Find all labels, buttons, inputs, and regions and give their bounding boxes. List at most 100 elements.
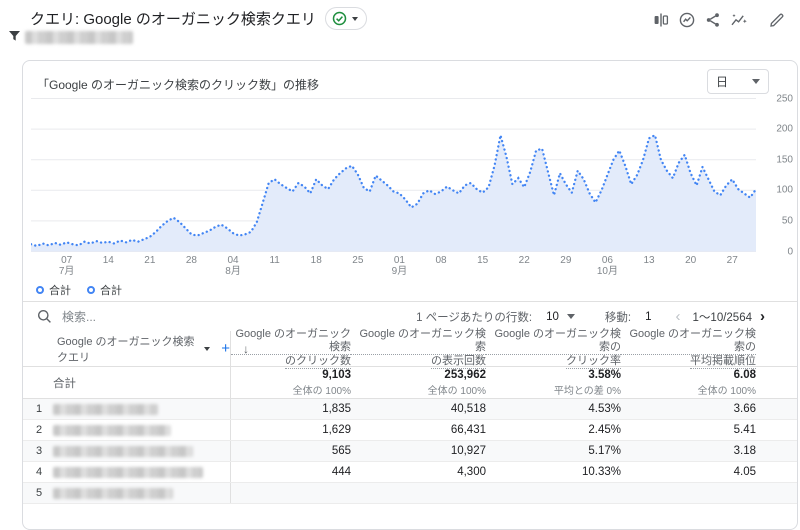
check-circle-icon [332, 11, 347, 26]
x-tick-label: 22 [518, 255, 530, 266]
chevron-down-icon[interactable] [204, 346, 211, 351]
query-table: Google のオーガニック検索クエリ + ↓ Google のオーガニック検索の… [23, 328, 797, 504]
metric-header-label: Google のオーガニック検索の クリック率 [486, 328, 621, 369]
y-tick-label: 0 [787, 246, 793, 257]
data-quality-badge[interactable] [324, 7, 367, 30]
interval-select[interactable]: 日 [707, 69, 769, 94]
table-controls-row: 1 ページあたりの行数: 10 移動: 1 ‹ 1～10/2564 › [23, 301, 797, 331]
y-tick-label: 200 [776, 123, 793, 135]
legend-label: 合計 [49, 285, 71, 297]
totals-value: 3.58% [588, 368, 621, 381]
x-tick-label: 07 7月 [58, 255, 75, 277]
totals-cell: 3.58% 平均との差 0% [486, 367, 621, 398]
row-number: 2 [35, 424, 43, 436]
x-tick-label: 15 [477, 255, 489, 266]
pagination: 1 ページあたりの行数: 10 移動: 1 ‹ 1～10/2564 › [416, 309, 797, 325]
metric-header[interactable]: Google のオーガニック検索 の表示回数 [351, 328, 486, 369]
table-body: 1 1,835 40,518 4.53% 3.66 2 1,629 66,431 2.45% 5.… [23, 399, 797, 504]
metric-cell: 10.33% [581, 466, 621, 478]
metric-cell: 10,927 [450, 445, 486, 457]
query-text-redacted [53, 424, 171, 436]
goto-value[interactable]: 1 [645, 311, 651, 323]
add-dimension-button[interactable]: + [221, 341, 230, 356]
metric-header-label: Google のオーガニック検索 の表示回数 [351, 328, 486, 369]
legend-ring-icon [36, 286, 44, 294]
filter-funnel-icon [9, 31, 20, 41]
table-row[interactable]: 2 1,629 66,431 2.45% 5.41 [23, 420, 797, 441]
table-row[interactable]: 4 444 4,300 10.33% 4.05 [23, 462, 797, 483]
totals-cell: 253,962 全体の 100% [351, 367, 486, 398]
search-input[interactable] [60, 308, 240, 325]
query-cell [47, 487, 230, 499]
x-tick-label: 27 [726, 255, 738, 266]
filter-chip-redacted[interactable] [25, 30, 133, 44]
next-page-button[interactable]: › [758, 309, 767, 324]
metric-cell: 2.45% [588, 424, 621, 436]
legend-item[interactable]: 合計 [87, 282, 122, 298]
metric-cell: 66,431 [450, 424, 486, 436]
edit-button[interactable] [766, 9, 788, 31]
query-cell [47, 403, 230, 415]
dimension-header[interactable]: Google のオーガニック検索クエリ + [47, 333, 230, 365]
x-tick-label: 25 [352, 255, 364, 266]
line-chart [29, 98, 758, 252]
insights-button[interactable] [676, 9, 698, 31]
y-tick-label: 150 [776, 154, 793, 166]
totals-value: 9,103 [322, 368, 351, 381]
goto-label: 移動: [604, 311, 632, 324]
x-tick-label: 29 [560, 255, 572, 266]
interval-value: 日 [716, 75, 729, 89]
chart-plot-area[interactable] [29, 98, 758, 252]
chart-title: 「Google のオーガニック検索のクリック数」の推移 [37, 78, 320, 92]
metric-cell [486, 483, 621, 503]
metric-cell: 3.18 [733, 445, 756, 457]
metric-header[interactable]: Google のオーガニック検索の クリック率 [486, 328, 621, 369]
query-cell [47, 424, 230, 436]
series-area [31, 135, 756, 252]
sort-descending-icon[interactable]: ↓ [243, 342, 249, 356]
metric-cell [230, 483, 351, 503]
row-number: 4 [35, 466, 43, 478]
explore-button[interactable] [728, 9, 750, 31]
comparison-button[interactable] [650, 9, 672, 31]
metric-cell: 40,518 [450, 403, 486, 415]
row-number: 5 [35, 487, 43, 499]
table-row[interactable]: 5 [23, 483, 797, 504]
rows-per-page-label: 1 ページあたりの行数: [416, 311, 533, 324]
metric-header[interactable]: Google のオーガニック検索の 平均掲載順位 [621, 328, 756, 369]
chevron-down-icon[interactable] [566, 314, 575, 319]
x-axis-labels: 07 7月 14 21 28 04 8月 11 18 25 01 9月 08 15 22 29 06 10月 13 2… [31, 255, 756, 281]
row-number: 3 [35, 445, 43, 457]
prev-page-button[interactable]: ‹ [674, 309, 683, 324]
rows-per-page-value[interactable]: 10 [546, 311, 559, 323]
legend-ring-icon [87, 286, 95, 294]
share-button[interactable] [702, 9, 724, 31]
x-tick-label: 01 9月 [391, 255, 408, 277]
totals-label: 合計 [53, 377, 76, 390]
metric-cell: 4.53% [588, 403, 621, 415]
table-row[interactable]: 3 565 10,927 5.17% 3.18 [23, 441, 797, 462]
filter-chip-row [8, 30, 133, 44]
insights-icon [679, 12, 695, 28]
row-number: 1 [35, 403, 43, 415]
metric-cell: 1,835 [230, 399, 351, 419]
metric-header[interactable]: ↓ Google のオーガニック検索 のクリック数 [230, 328, 351, 369]
metric-cell: 4.05 [733, 466, 756, 478]
search-icon [38, 310, 51, 323]
comparison-icon [654, 13, 669, 27]
totals-subtext: 全体の 100% [697, 385, 756, 397]
metric-cell [621, 483, 756, 503]
totals-value: 6.08 [733, 368, 756, 381]
chart-legend: 合計 合計 [36, 282, 122, 298]
chevron-down-icon [752, 79, 760, 84]
table-row[interactable]: 1 1,835 40,518 4.53% 3.66 [23, 399, 797, 420]
y-axis-labels: 0 50 100 150 200 250 [763, 93, 793, 257]
legend-item[interactable]: 合計 [36, 282, 71, 298]
report-header: クエリ: Google のオーガニック検索クエリ [30, 7, 367, 30]
page-title: クエリ: Google のオーガニック検索クエリ [30, 11, 316, 28]
report-card: 「Google のオーガニック検索のクリック数」の推移 日 0 50 100 150 2… [22, 60, 798, 530]
metric-cell: 3.66 [733, 403, 756, 415]
x-tick-label: 08 [435, 255, 447, 266]
x-tick-label: 11 [269, 255, 280, 266]
totals-subtext: 全体の 100% [427, 385, 486, 397]
